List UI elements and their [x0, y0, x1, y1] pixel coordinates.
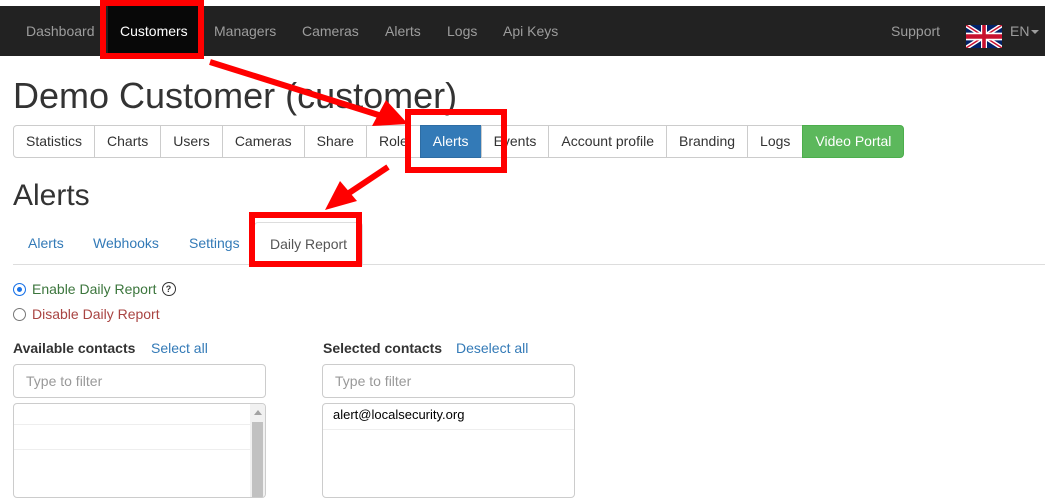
alerts-subtabs: Alerts Webhooks Settings Daily Report	[13, 222, 1045, 266]
subtab-alerts[interactable]: Alerts	[13, 222, 79, 263]
subtab-webhooks[interactable]: Webhooks	[78, 222, 174, 263]
language-dropdown[interactable]: EN	[1010, 6, 1040, 56]
uk-flag-icon[interactable]	[966, 25, 1002, 48]
nav-cameras[interactable]: Cameras	[302, 6, 359, 56]
disable-radio[interactable]	[13, 307, 26, 321]
arrow-head-2	[325, 181, 357, 210]
highlight-box-customers	[100, 0, 204, 59]
available-filter-input[interactable]	[13, 364, 266, 398]
highlight-box-daily-report	[249, 212, 362, 267]
nav-managers[interactable]: Managers	[214, 6, 276, 56]
help-icon[interactable]: ?	[161, 282, 176, 297]
language-label: EN	[1010, 23, 1030, 39]
subtab-settings[interactable]: Settings	[174, 222, 255, 263]
list-item[interactable]: alert@localsecurity.org	[323, 404, 574, 430]
tab-statistics[interactable]: Statistics	[13, 125, 96, 158]
selected-filter-input[interactable]	[322, 364, 575, 398]
deselect-all-link[interactable]: Deselect all	[456, 340, 528, 356]
scroll-thumb[interactable]	[252, 422, 263, 497]
caret-down-icon	[1031, 30, 1040, 35]
tab-share[interactable]: Share	[303, 125, 367, 158]
available-contacts-list[interactable]	[13, 403, 266, 498]
tab-branding[interactable]: Branding	[665, 125, 749, 158]
tab-cameras[interactable]: Cameras	[221, 125, 305, 158]
selected-contacts-list[interactable]: alert@localsecurity.org	[322, 403, 575, 498]
disable-daily-report-option[interactable]: Disable Daily Report	[13, 304, 160, 324]
scroll-up-arrow-icon[interactable]	[254, 410, 262, 415]
section-title: Alerts	[13, 179, 90, 212]
highlight-box-alerts-tab	[405, 109, 507, 173]
page-title: Demo Customer (customer)	[13, 75, 458, 116]
nav-alerts[interactable]: Alerts	[385, 6, 421, 56]
tab-video-portal[interactable]: Video Portal	[802, 125, 905, 158]
list-item	[14, 404, 265, 425]
tab-account-profile[interactable]: Account profile	[548, 125, 667, 158]
enable-daily-report-option[interactable]: Enable Daily Report?	[13, 279, 176, 299]
enable-label: Enable Daily Report	[32, 281, 157, 297]
nav-logs[interactable]: Logs	[447, 6, 477, 56]
tab-logs[interactable]: Logs	[747, 125, 804, 158]
available-contacts-label: Available contacts	[13, 340, 136, 356]
enable-radio[interactable]	[13, 282, 26, 296]
nav-dashboard[interactable]: Dashboard	[26, 6, 95, 56]
nav-api-keys[interactable]: Api Keys	[503, 6, 558, 56]
arrow-line-2	[341, 164, 390, 200]
available-list-scrollbar[interactable]	[250, 404, 265, 497]
nav-support[interactable]: Support	[891, 6, 940, 56]
tab-charts[interactable]: Charts	[94, 125, 162, 158]
tab-users[interactable]: Users	[160, 125, 223, 158]
disable-label: Disable Daily Report	[32, 306, 160, 322]
select-all-link[interactable]: Select all	[151, 340, 208, 356]
selected-contacts-label: Selected contacts	[323, 340, 443, 356]
list-item	[14, 425, 265, 450]
